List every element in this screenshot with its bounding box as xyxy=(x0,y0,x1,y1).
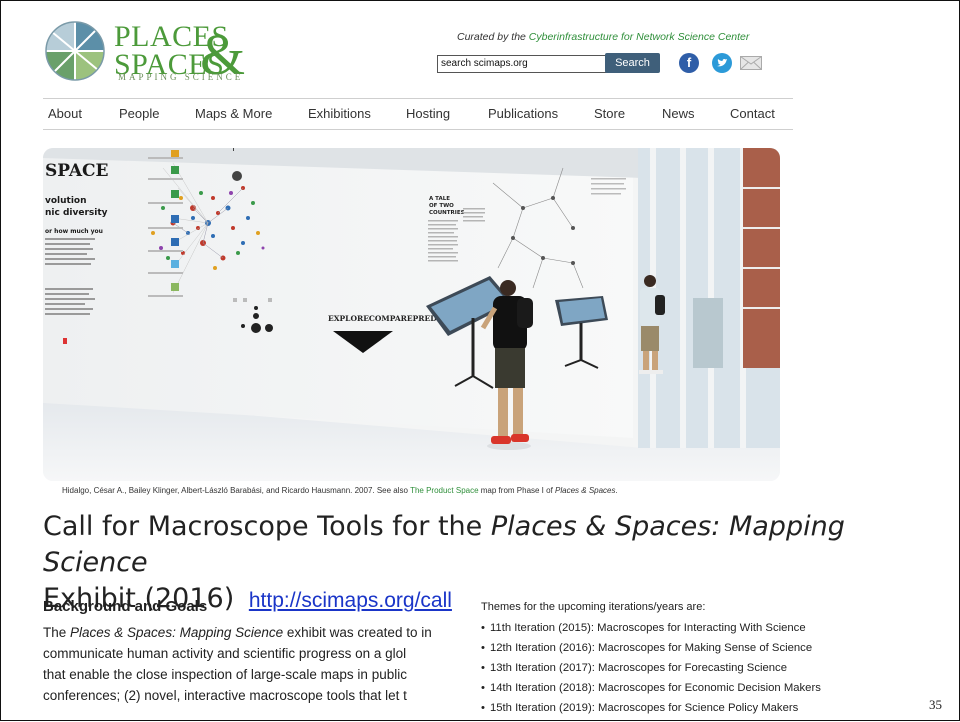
background-line-1: The Places & Spaces: Mapping Science exh… xyxy=(43,622,471,643)
wall-title-text: SPACE xyxy=(45,161,109,181)
nav-people[interactable]: People xyxy=(119,106,159,121)
list-item: 14th Iteration (2018): Macroscopes for E… xyxy=(481,678,901,698)
nav-exhibitions[interactable]: Exhibitions xyxy=(308,106,371,121)
nav-about[interactable]: About xyxy=(48,106,82,121)
wall-sub1-text: volution xyxy=(45,196,87,206)
facebook-icon[interactable]: f xyxy=(679,53,699,73)
main-nav: About People Maps & More Exhibitions Hos… xyxy=(43,106,793,126)
site-logo[interactable]: PLACES SPACES & MAPPING SCIENCE xyxy=(44,20,264,84)
twitter-icon[interactable] xyxy=(712,53,732,73)
slide-number: 35 xyxy=(929,697,942,712)
wall-sub2-text: nic diversity xyxy=(45,208,108,218)
bg-line1-b: exhibit was created to in xyxy=(283,625,432,640)
caption-italic: Places & Spaces xyxy=(555,486,616,495)
logo-subtitle: MAPPING SCIENCE xyxy=(118,72,244,82)
list-item: 13th Iteration (2017): Macroscopes for F… xyxy=(481,658,901,678)
nav-store[interactable]: Store xyxy=(594,106,625,121)
exhibition-photo: SPACE volution nic diversity or how much… xyxy=(43,148,780,481)
tale-line2: OF TWO xyxy=(429,203,454,209)
nav-publications[interactable]: Publications xyxy=(488,106,558,121)
list-item: 12th Iteration (2016): Macroscopes for M… xyxy=(481,638,901,658)
list-item: 15th Iteration (2019): Macroscopes for S… xyxy=(481,698,901,718)
background-paragraph: The Places & Spaces: Mapping Science exh… xyxy=(43,622,471,722)
headline-part1: Call for Macroscope Tools for the xyxy=(43,511,491,542)
curated-prefix: Curated by the xyxy=(457,31,529,43)
search-input[interactable]: search scimaps.org xyxy=(437,55,609,73)
call-url-link[interactable]: http://scimaps.org/call xyxy=(249,589,452,612)
caption-end: . xyxy=(615,486,618,495)
search-button[interactable]: Search xyxy=(605,53,660,73)
themes-list: 11th Iteration (2015): Macroscopes for I… xyxy=(481,618,901,720)
list-item: 11th Iteration (2015): Macroscopes for I… xyxy=(481,618,901,638)
bg-line1-a: The xyxy=(43,625,71,640)
email-icon[interactable] xyxy=(740,56,762,70)
photo-caption: Hidalgo, César A., Bailey Klinger, Alber… xyxy=(62,486,618,495)
tale-line3: COUNTRIES xyxy=(429,210,465,216)
tale-line1: A TALE xyxy=(429,196,450,202)
nav-bottom-divider xyxy=(43,129,793,130)
curated-by-text: Curated by the Cyberinfrastructure for N… xyxy=(457,31,749,43)
background-line-2: communicate human activity and scientifi… xyxy=(43,646,407,661)
background-goals-heading: Background and Goals xyxy=(43,598,208,615)
globe-logo-icon xyxy=(45,21,105,81)
nav-hosting[interactable]: Hosting xyxy=(406,106,450,121)
caption-after: map from Phase I of xyxy=(478,486,556,495)
nav-contact[interactable]: Contact xyxy=(730,106,775,121)
nav-top-divider xyxy=(43,98,793,99)
cns-center-link[interactable]: Cyberinfrastructure for Network Science … xyxy=(529,31,750,43)
nav-maps-more[interactable]: Maps & More xyxy=(195,106,272,121)
nav-news[interactable]: News xyxy=(662,106,695,121)
bg-line1-italic: Places & Spaces: Mapping Science xyxy=(70,625,284,640)
themes-heading: Themes for the upcoming iterations/years… xyxy=(481,601,706,613)
wall-note-text: or how much you xyxy=(45,228,103,235)
background-line-4: conferences; (2) novel, interactive macr… xyxy=(43,688,407,703)
product-space-link[interactable]: The Product Space xyxy=(410,486,478,495)
caption-text: Hidalgo, César A., Bailey Klinger, Alber… xyxy=(62,486,411,495)
background-line-3: that enable the close inspection of larg… xyxy=(43,667,407,682)
